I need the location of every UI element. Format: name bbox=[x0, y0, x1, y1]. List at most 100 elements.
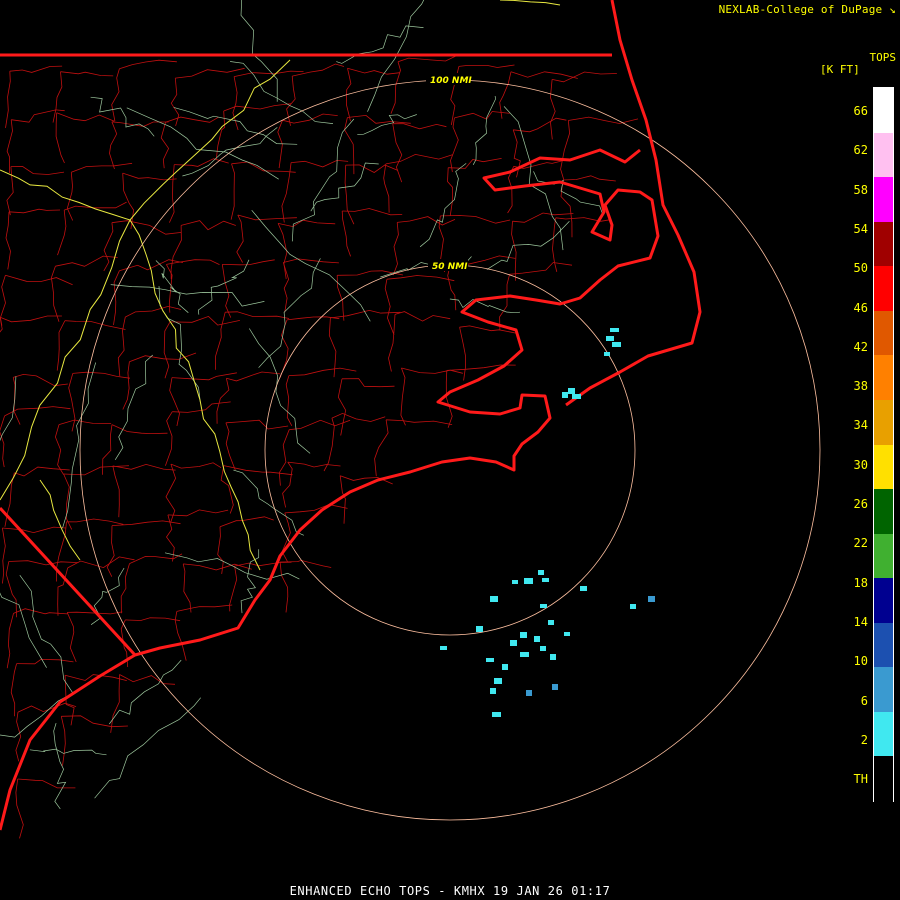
echo-cell bbox=[526, 690, 532, 696]
scale-label: 54 bbox=[853, 221, 868, 236]
scale-swatch bbox=[874, 711, 893, 757]
county-line bbox=[555, 217, 611, 222]
scale-label: 46 bbox=[853, 300, 868, 315]
county-line bbox=[291, 159, 349, 168]
county-line bbox=[292, 63, 345, 77]
county-line bbox=[66, 172, 74, 221]
echo-cell bbox=[610, 328, 619, 332]
echo-cell bbox=[564, 632, 570, 636]
echo-cell bbox=[572, 394, 581, 399]
county-line bbox=[392, 222, 399, 276]
echo-cell bbox=[510, 640, 517, 646]
county-line bbox=[0, 317, 3, 333]
county-line bbox=[50, 266, 60, 322]
road bbox=[90, 96, 155, 137]
county-line bbox=[71, 162, 133, 173]
county-line bbox=[52, 71, 63, 123]
county-line bbox=[285, 375, 293, 426]
outer-banks bbox=[565, 0, 702, 407]
county-line bbox=[286, 316, 340, 321]
radar-map: 100 NMI 50 NMI bbox=[0, 0, 821, 839]
interstate bbox=[129, 219, 261, 571]
scale-swatch bbox=[874, 177, 893, 223]
county-line bbox=[341, 378, 395, 388]
county-line bbox=[278, 429, 290, 486]
road bbox=[0, 376, 17, 442]
county-line bbox=[125, 305, 182, 318]
scale-label: 30 bbox=[853, 457, 868, 472]
county-line bbox=[64, 320, 126, 330]
county-line bbox=[5, 561, 17, 618]
county-line bbox=[56, 112, 115, 122]
road bbox=[158, 286, 201, 403]
county-line bbox=[562, 175, 616, 182]
county-line bbox=[511, 221, 517, 281]
echo-cell bbox=[490, 596, 498, 602]
county-line bbox=[286, 76, 296, 126]
county-line bbox=[392, 123, 447, 130]
scale-swatch bbox=[874, 444, 893, 490]
echo-cell bbox=[580, 586, 587, 591]
echo-cell bbox=[502, 664, 508, 670]
echo-cell bbox=[562, 392, 568, 398]
range-ring-labels: 100 NMI 50 NMI bbox=[426, 73, 472, 272]
county-line bbox=[385, 153, 453, 165]
county-line bbox=[219, 516, 274, 528]
county-line bbox=[5, 71, 11, 128]
county-line bbox=[287, 461, 341, 468]
county-line bbox=[230, 163, 235, 220]
county-line bbox=[282, 113, 338, 124]
county-line bbox=[279, 561, 289, 613]
county-line bbox=[568, 116, 639, 124]
road bbox=[419, 163, 467, 248]
road bbox=[310, 162, 379, 212]
county-line bbox=[225, 311, 290, 319]
county-line bbox=[55, 112, 65, 164]
county-line bbox=[169, 377, 180, 426]
county-line bbox=[8, 560, 79, 566]
interstate bbox=[499, 0, 561, 6]
county-line bbox=[10, 166, 65, 175]
color-scale bbox=[873, 87, 894, 802]
county-line bbox=[344, 165, 355, 225]
county-line bbox=[330, 309, 401, 319]
scale-label: 38 bbox=[853, 379, 868, 394]
road bbox=[29, 748, 107, 756]
county-line bbox=[111, 68, 120, 122]
county-line bbox=[117, 316, 126, 377]
scale-swatch bbox=[874, 533, 893, 579]
county-line bbox=[16, 658, 74, 665]
county-line bbox=[6, 119, 13, 174]
county-line bbox=[176, 604, 233, 612]
credit-label: NEXLAB-College of DuPage bbox=[718, 3, 883, 16]
echo-cell bbox=[552, 684, 558, 690]
county-line bbox=[111, 220, 182, 235]
county-line bbox=[9, 65, 63, 73]
county-line bbox=[289, 419, 351, 431]
county-line bbox=[64, 675, 75, 726]
county-line bbox=[560, 120, 571, 180]
county-line bbox=[499, 274, 510, 331]
interstate bbox=[39, 479, 81, 561]
scale-swatch bbox=[874, 399, 893, 445]
road bbox=[357, 114, 417, 136]
scale-label: 58 bbox=[853, 182, 868, 197]
scale-label: 34 bbox=[853, 418, 868, 433]
echo-cell bbox=[476, 626, 483, 632]
county-line bbox=[509, 262, 573, 275]
echo-cell bbox=[604, 352, 610, 356]
echo-cell bbox=[548, 620, 554, 625]
scale-label: 62 bbox=[853, 143, 868, 158]
county-line bbox=[513, 117, 567, 133]
county-line bbox=[60, 716, 66, 766]
county-line bbox=[167, 509, 229, 517]
county-line bbox=[237, 214, 297, 221]
road bbox=[240, 549, 260, 614]
road bbox=[472, 95, 496, 165]
echo-cell bbox=[550, 654, 556, 660]
scale-swatch bbox=[874, 578, 893, 624]
road bbox=[336, 25, 424, 64]
county-line bbox=[122, 173, 135, 229]
scale-label: TH bbox=[853, 772, 868, 787]
county-line bbox=[72, 371, 131, 379]
